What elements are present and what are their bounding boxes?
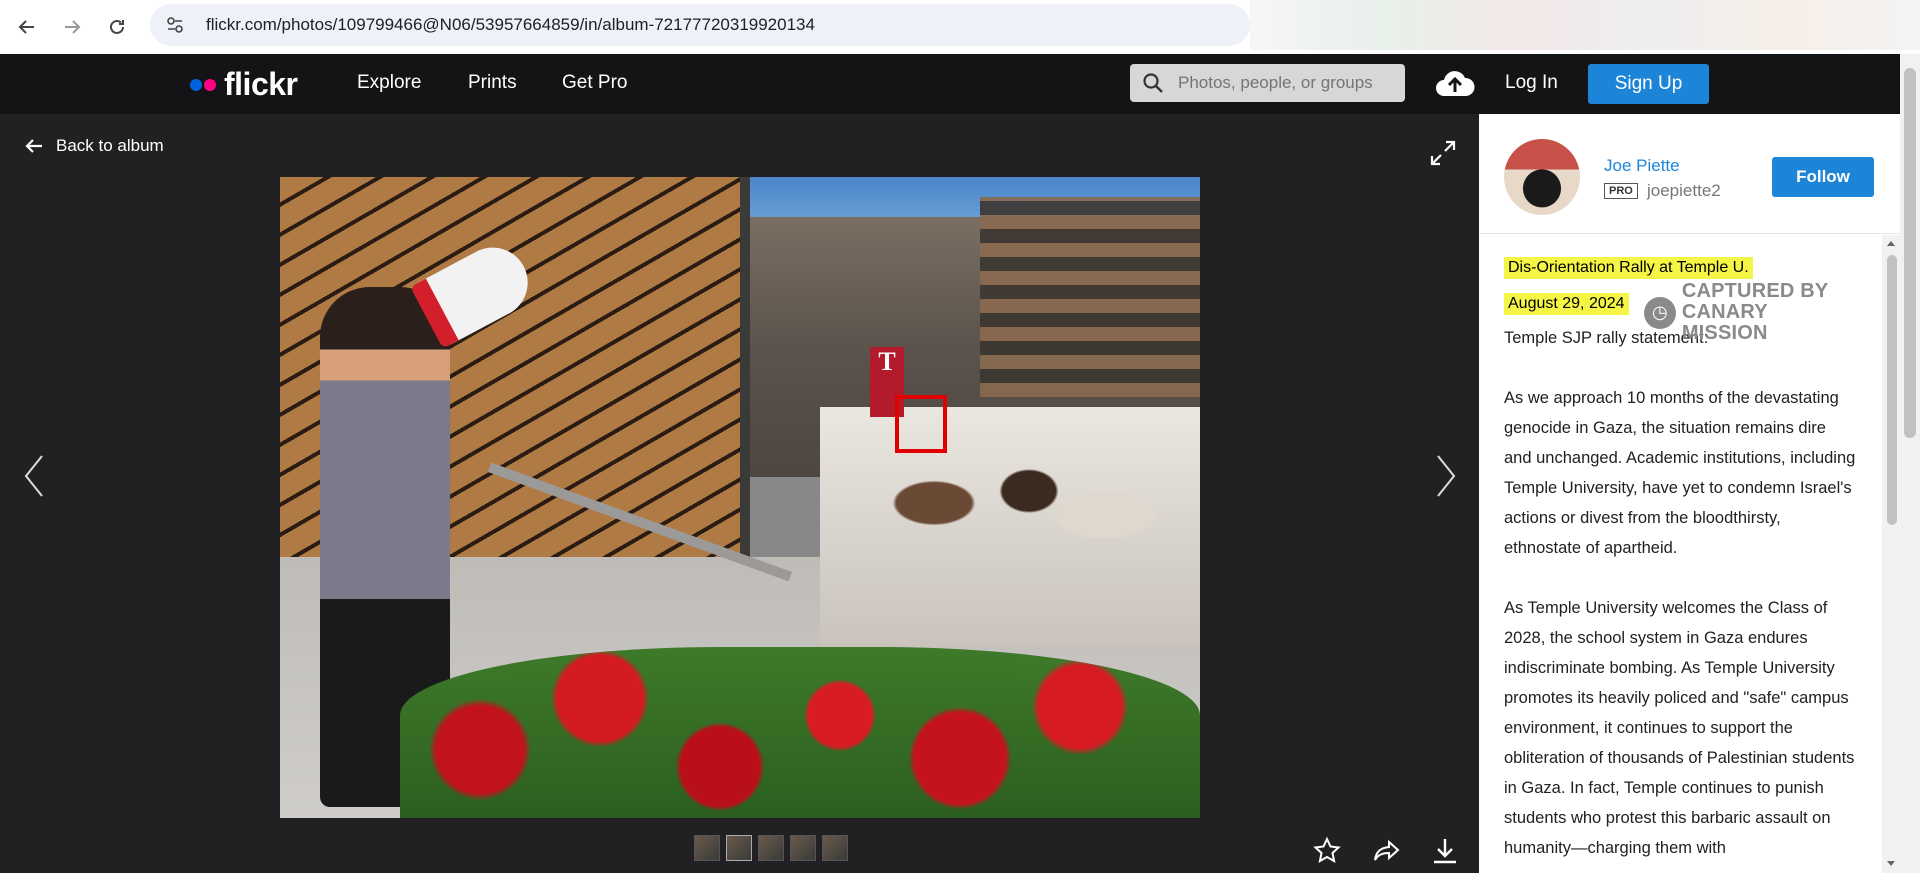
url-text: flickr.com/photos/109799466@N06/53957664… [206,15,815,34]
description-paragraph: As Temple University welcomes the Class … [1504,599,1855,857]
scroll-up-arrow-icon[interactable] [1887,241,1895,246]
avatar[interactable] [1504,139,1580,215]
clock-icon: ◷ [1644,296,1676,329]
thumbnail[interactable] [694,835,720,861]
thumbnail[interactable] [726,835,752,861]
browser-reload-button[interactable] [99,9,135,45]
nav-explore[interactable]: Explore [357,72,421,94]
scrollbar-thumb[interactable] [1887,255,1897,525]
signup-button[interactable]: Sign Up [1588,64,1709,104]
photo-red-highlight-box [895,395,947,453]
pro-badge: PRO [1604,183,1638,199]
browser-toolbar: flickr.com/photos/109799466@N06/53957664… [0,0,1920,54]
search-box[interactable] [1130,64,1405,102]
expand-icon[interactable] [1428,138,1458,168]
address-bar[interactable]: flickr.com/photos/109799466@N06/53957664… [150,4,1250,46]
reload-icon [110,19,124,34]
favorite-star-icon[interactable] [1312,836,1342,866]
site-settings-icon[interactable] [164,14,186,36]
flickr-logo[interactable]: flickr [190,66,298,103]
main-photo[interactable]: T [280,177,1200,818]
previous-photo-icon[interactable] [22,452,46,500]
logo-text: flickr [224,66,298,102]
search-input[interactable] [1178,73,1388,93]
search-icon [1143,73,1163,93]
album-thumbnails [694,835,848,861]
photo-description: Dis-Orientation Rally at Temple U. Augus… [1479,235,1882,873]
nav-prints[interactable]: Prints [468,72,517,94]
watermark-line-2: CANARY MISSION [1681,301,1768,344]
owner-card: Joe Piette PRO joepiette2 Follow [1479,114,1900,234]
nav-get-pro[interactable]: Get Pro [562,72,627,94]
browser-back-button[interactable] [9,9,45,45]
logo-pink-dot [204,78,216,91]
photo-red-flowers [400,647,1200,818]
upload-cloud-icon[interactable] [1434,68,1476,98]
photo-viewer: Back to album T [0,114,1479,873]
photo-crowd [820,407,1200,647]
scroll-down-arrow-icon[interactable] [1887,861,1895,866]
page-scrollbar-thumb[interactable] [1904,68,1916,438]
photo-building-floors [980,197,1200,397]
photo-date: August 29, 2024 [1504,293,1629,315]
login-link[interactable]: Log In [1505,72,1558,94]
watermark-line-1: CAPTURED BY [1681,280,1829,302]
next-photo-icon[interactable] [1434,452,1458,500]
site-header: flickr Explore Prints Get Pro Log In Sig… [0,54,1900,114]
thumbnail[interactable] [822,835,848,861]
download-icon[interactable] [1430,836,1460,866]
description-scrollbar[interactable] [1882,235,1900,873]
back-to-album-link[interactable]: Back to album [24,136,164,156]
back-label: Back to album [56,136,164,155]
thumbnail[interactable] [790,835,816,861]
browser-extensions-area [1250,0,1920,50]
arrow-left-icon [25,139,42,153]
canary-mission-watermark: ◷ CAPTURED BY CANARY MISSION [1644,281,1858,344]
photo-info-sidebar: Joe Piette PRO joepiette2 Follow Dis-Ori… [1479,114,1900,873]
arrow-right-icon [65,20,81,34]
thumbnail[interactable] [758,835,784,861]
photo-title: Dis-Orientation Rally at Temple U. [1504,257,1753,279]
page-scrollbar[interactable] [1900,54,1920,873]
owner-name-link[interactable]: Joe Piette [1604,156,1680,176]
arrow-left-icon [18,20,34,34]
follow-button[interactable]: Follow [1772,157,1874,197]
share-icon[interactable] [1372,836,1402,866]
browser-forward-button[interactable] [54,9,90,45]
owner-username: joepiette2 [1647,181,1721,200]
description-paragraph: As we approach 10 months of the devastat… [1504,389,1856,557]
logo-blue-dot [190,78,202,91]
